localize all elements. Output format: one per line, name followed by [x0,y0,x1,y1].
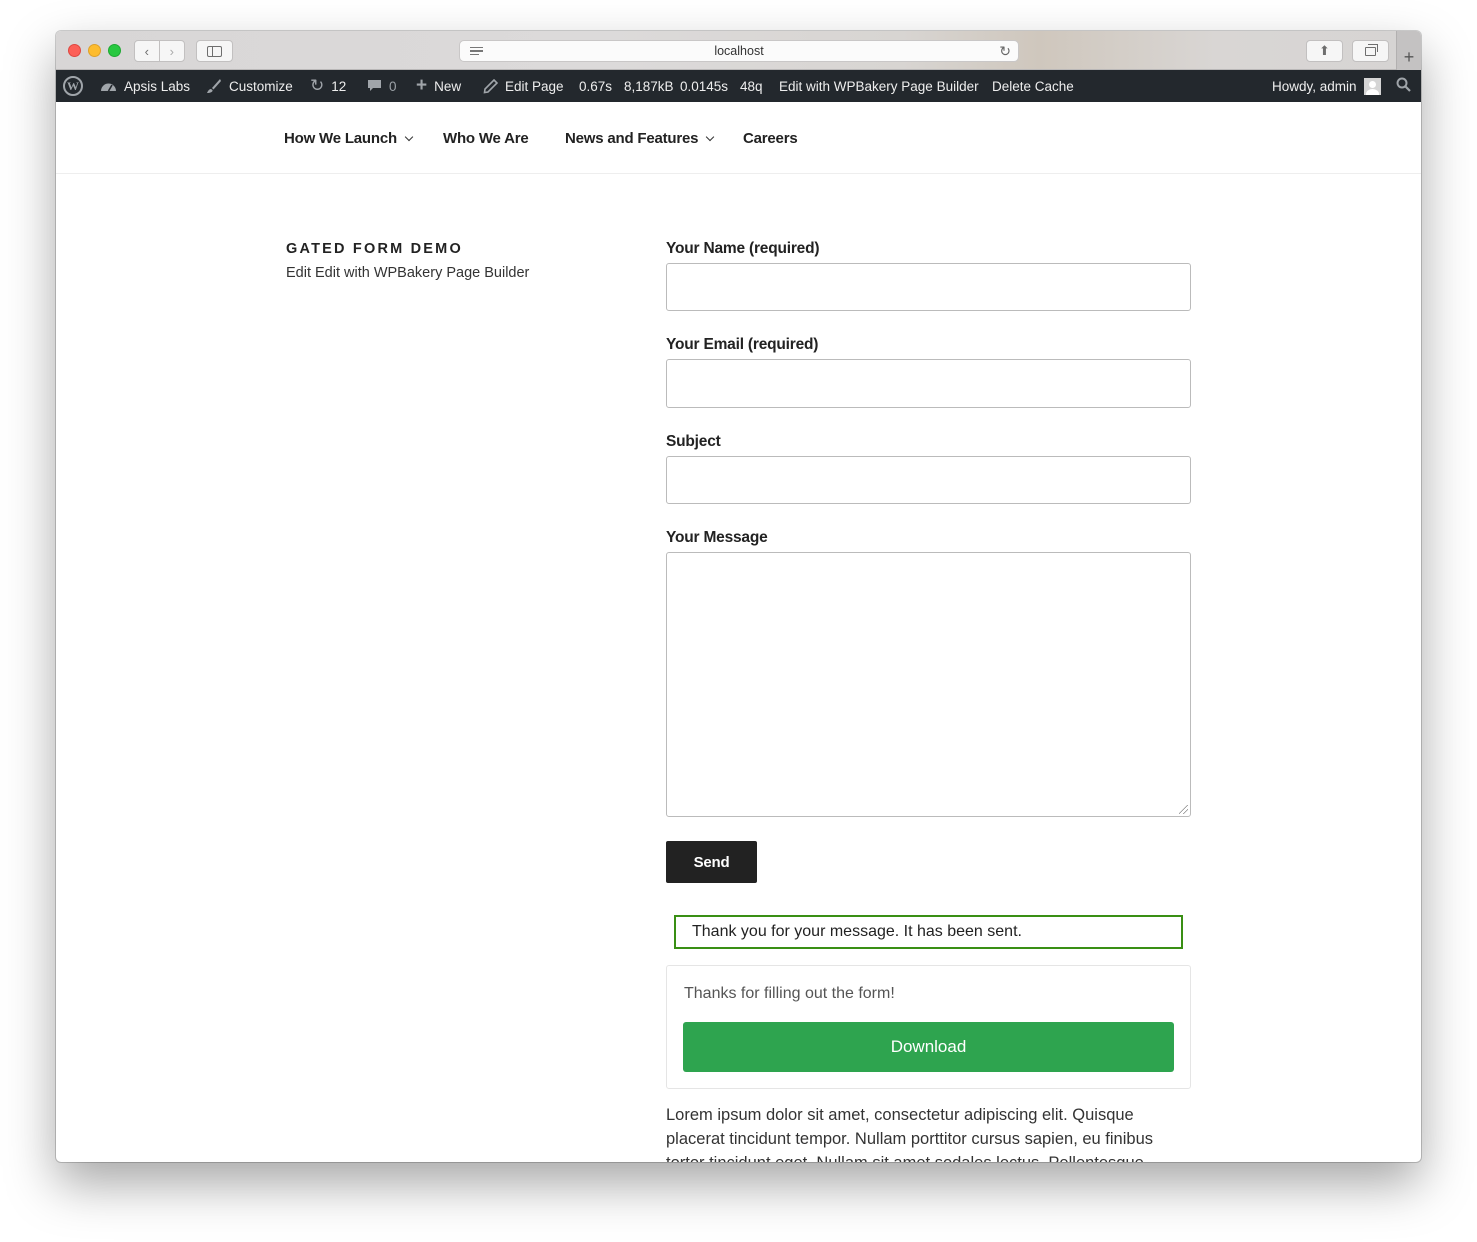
close-window-button[interactable] [68,44,81,57]
reload-icon[interactable]: ↻ [999,43,1011,60]
success-text: Thank you for your message. It has been … [692,923,1022,940]
wp-admin-bar: W Apsis Labs Customize ↻ 12 0 + New Edit… [56,70,1421,102]
customize-link[interactable]: Customize [206,70,293,102]
subject-input[interactable] [666,456,1191,504]
share-icon: ⬆︎ [1319,43,1330,58]
edit-links: Edit Edit with WPBakery Page Builder [286,265,529,281]
email-label: Your Email (required) [666,336,819,353]
download-button[interactable]: Download [683,1022,1174,1072]
chevron-down-icon [706,132,715,141]
brush-icon [206,78,222,94]
message-label: Your Message [666,529,768,546]
chevron-down-icon [404,132,414,141]
send-button[interactable]: Send [666,841,757,883]
nav-item-label: Who We Are [443,130,529,147]
message-textarea[interactable] [666,552,1191,817]
sidebar-toggle-button[interactable] [196,40,233,62]
updates-link[interactable]: ↻ 12 [310,70,346,102]
email-input[interactable] [666,359,1191,408]
address-bar[interactable]: localhost ↻ [459,40,1019,62]
address-text: localhost [714,44,764,58]
edit-link[interactable]: Edit [286,265,311,281]
body-paragraph: Lorem ipsum dolor sit amet, consectetur … [666,1106,1153,1162]
share-button[interactable]: ⬆︎ [1306,40,1343,62]
edit-page-label: Edit Page [505,78,564,94]
comment-icon [367,79,382,93]
stat-query-time[interactable]: 0.0145s [680,70,728,102]
form-success-message: Thank you for your message. It has been … [674,915,1183,949]
comments-count: 0 [389,78,397,94]
name-label: Your Name (required) [666,240,820,257]
stat-memory[interactable]: 8,187kB [624,70,674,102]
stat-query-time-text: 0.0145s [680,78,729,94]
nav-item-label: News and Features [565,130,699,147]
wordpress-icon: W [63,76,83,96]
new-tab-button[interactable]: + [1396,31,1421,70]
stat-memory-text: 8,187kB [624,78,674,94]
browser-toolbar: ‹ › localhost ↻ ⬆︎ + [56,31,1421,70]
pencil-icon [483,78,498,94]
new-label: New [434,78,462,94]
zoom-window-button[interactable] [108,44,121,57]
tabs-icon [1365,43,1378,56]
resize-handle[interactable] [1179,805,1188,814]
minimize-window-button[interactable] [88,44,101,57]
edit-page-link[interactable]: Edit Page [483,70,564,102]
stat-page-time[interactable]: 0.67s [579,70,612,102]
avatar [1363,77,1381,95]
name-input[interactable] [666,263,1191,311]
page-title: GATED FORM DEMO [286,241,463,257]
forward-button[interactable]: › [160,41,184,61]
nav-item-label: Careers [743,130,798,147]
delete-cache-label: Delete Cache [992,78,1074,94]
subject-label: Subject [666,433,721,450]
back-button[interactable]: ‹ [135,41,160,61]
dashboard-icon [100,79,117,93]
sidebar-icon [207,45,222,57]
search-icon [1396,77,1411,95]
stat-page-time-text: 0.67s [579,78,613,94]
admin-search[interactable] [1396,70,1411,102]
stat-queries-text: 48q [740,78,763,94]
customize-label: Customize [229,78,293,94]
nav-item-who-we-are[interactable]: Who We Are [443,130,529,147]
site-name-menu[interactable]: Apsis Labs [100,70,190,102]
wpbakery-admin-link[interactable]: Edit with WPBakery Page Builder [779,70,979,102]
delete-cache-link[interactable]: Delete Cache [992,70,1074,102]
wp-logo-menu[interactable]: W [63,70,83,102]
wpbakery-edit-link[interactable]: Edit with WPBakery Page Builder [315,265,529,281]
site-name-label: Apsis Labs [124,78,191,94]
nav-item-how-we-launch[interactable]: How We Launch [284,130,414,147]
new-content-menu[interactable]: + New [416,70,461,102]
history-nav-group: ‹ › [134,40,185,62]
account-menu[interactable]: Howdy, admin [1272,70,1381,102]
updates-count: 12 [331,78,347,94]
comments-link[interactable]: 0 [367,70,397,102]
browser-window: ‹ › localhost ↻ ⬆︎ + W Apsis Labs Custom… [56,31,1421,1162]
thanks-text: Thanks for filling out the form! [684,985,895,1002]
gated-download-box: Thanks for filling out the form! Downloa… [666,965,1191,1089]
stat-queries[interactable]: 48q [740,70,763,102]
nav-item-news-and-features[interactable]: News and Features [565,130,715,147]
nav-item-careers[interactable]: Careers [743,130,798,147]
show-tabs-button[interactable] [1352,40,1389,62]
wpbakery-admin-label: Edit with WPBakery Page Builder [779,78,979,94]
nav-item-label: How We Launch [284,130,397,147]
plus-icon: + [416,75,428,96]
updates-icon: ↻ [310,76,325,95]
reader-icon[interactable] [470,47,483,57]
site-navigation: How We Launch Who We Are News and Featur… [56,102,1421,174]
howdy-label: Howdy, admin [1272,78,1357,94]
